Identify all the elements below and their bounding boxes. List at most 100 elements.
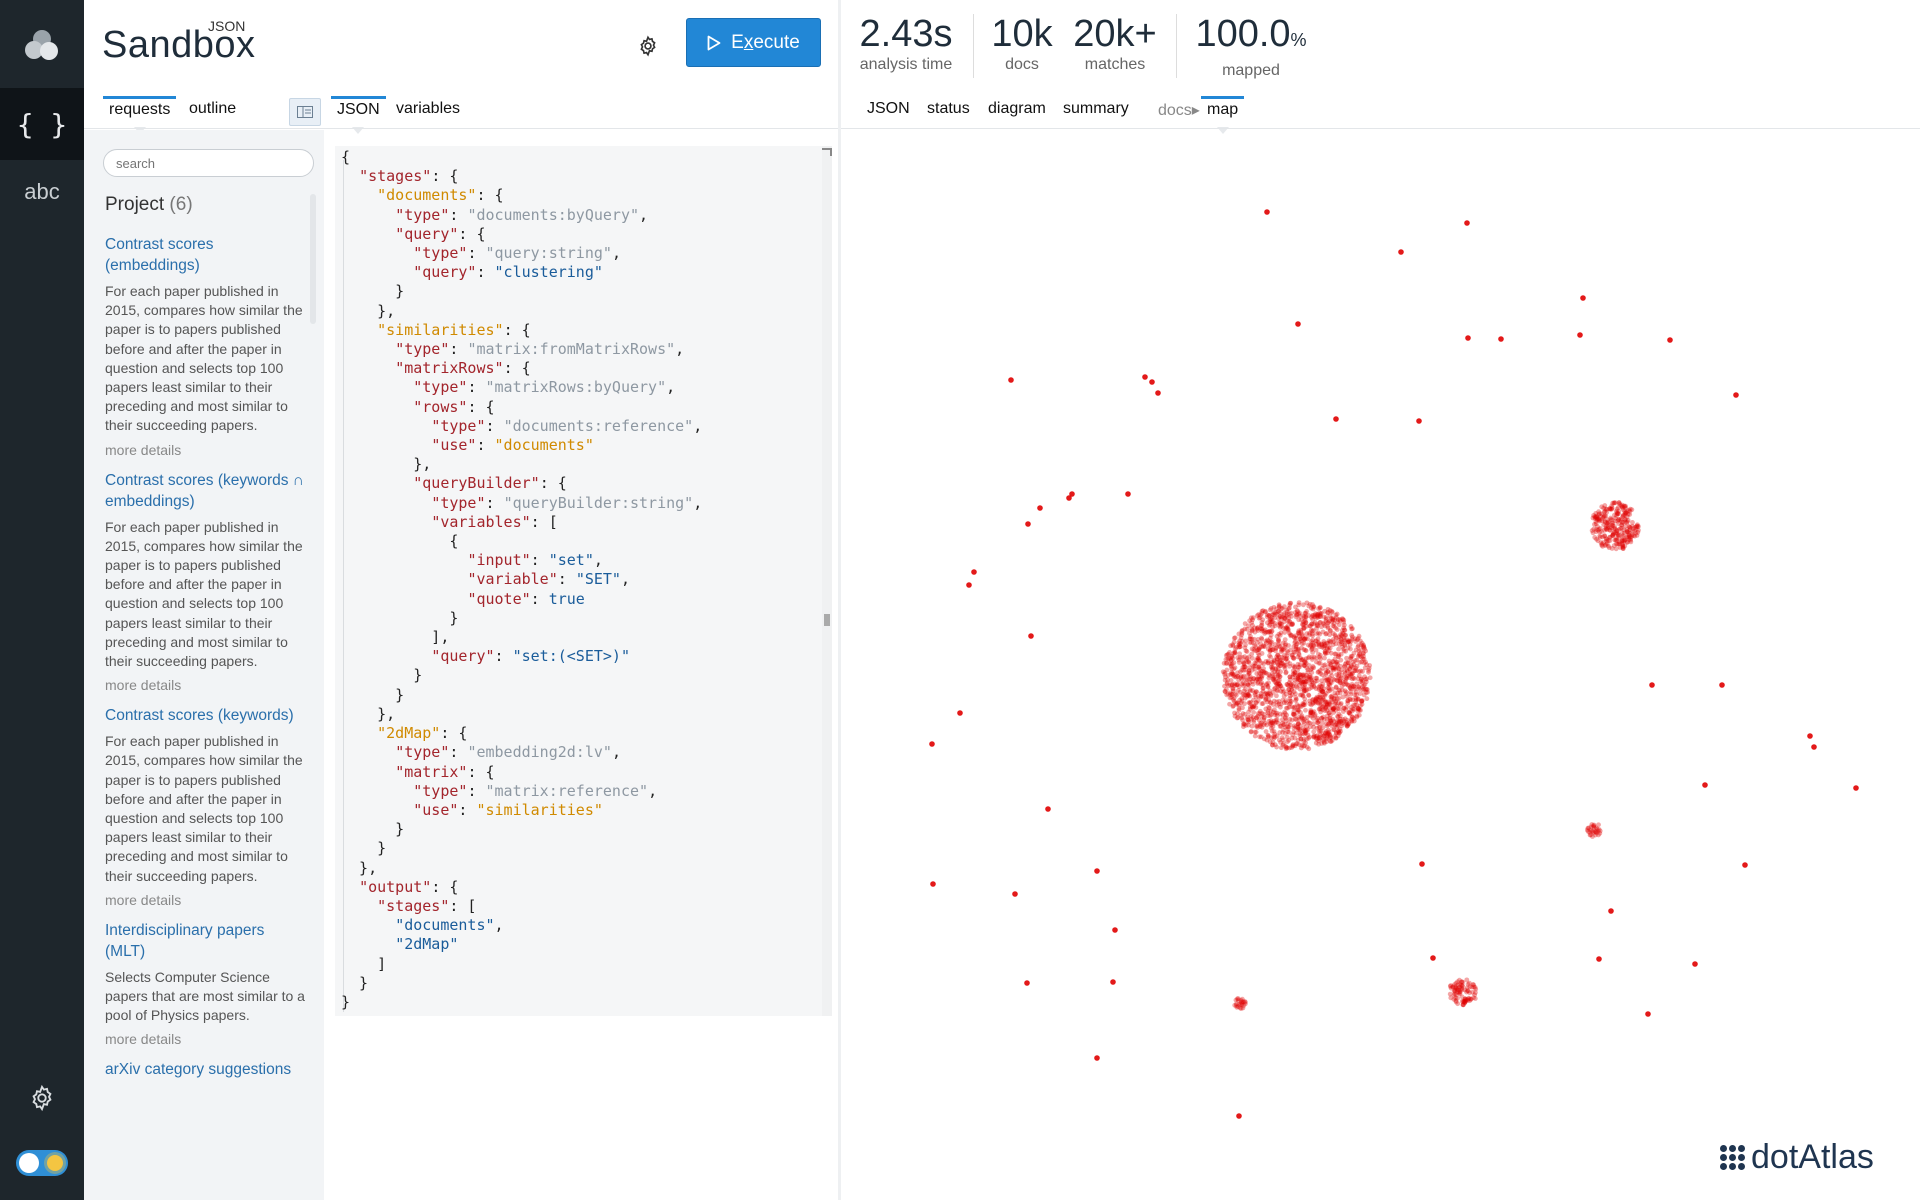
tab-outline[interactable]: outline (183, 96, 242, 126)
map-dot[interactable] (1416, 418, 1422, 424)
map-dot (1344, 655, 1349, 661)
tab-status[interactable]: status (921, 96, 976, 126)
map-dot[interactable] (1580, 295, 1586, 301)
map-dot[interactable] (929, 741, 935, 747)
map-dot[interactable] (1094, 1055, 1100, 1061)
tab-docs[interactable]: docs▸ (1152, 96, 1206, 128)
json-code[interactable]: { "stages": { "documents": { "type": "do… (341, 148, 702, 1012)
toggle-panel-button[interactable] (289, 98, 321, 126)
scroll-thumb[interactable] (824, 614, 830, 626)
tab-variables[interactable]: variables (390, 96, 466, 126)
tab-json[interactable]: JSON (331, 96, 386, 134)
map-dot[interactable] (1295, 321, 1301, 327)
request-item[interactable]: Contrast scores (embeddings) For each pa… (105, 234, 305, 458)
more-details-link[interactable]: more details (105, 677, 305, 693)
map-dot (1596, 822, 1601, 828)
map-dot[interactable] (1719, 682, 1725, 688)
map-dot (1236, 684, 1242, 690)
map-cluster[interactable] (1232, 996, 1248, 1011)
map-dot[interactable] (930, 881, 936, 887)
request-title[interactable]: Interdisciplinary papers (MLT) (105, 920, 305, 962)
map-dot[interactable] (1012, 891, 1018, 897)
map-dot[interactable] (1236, 1113, 1242, 1119)
text-nav-button[interactable]: abc (0, 156, 84, 228)
map-dot[interactable] (1811, 744, 1817, 750)
tab-result-json[interactable]: JSON (861, 96, 916, 126)
request-item[interactable]: arXiv category suggestions (105, 1059, 305, 1080)
map-dot[interactable] (1398, 249, 1404, 255)
tab-map[interactable]: map (1201, 96, 1245, 134)
request-title[interactable]: Contrast scores (embeddings) (105, 234, 305, 276)
map-dot[interactable] (1024, 980, 1030, 986)
map-dot[interactable] (1853, 785, 1859, 791)
map-dot[interactable] (1742, 862, 1748, 868)
map-dot[interactable] (1419, 861, 1425, 867)
map-dot[interactable] (1142, 374, 1148, 380)
map-dot[interactable] (1094, 868, 1100, 874)
map-dot[interactable] (1110, 979, 1116, 985)
map-dot[interactable] (1465, 335, 1471, 341)
request-title[interactable]: Contrast scores (keywords) (105, 705, 305, 726)
sidebar-scrollbar[interactable] (310, 194, 316, 324)
map-dot[interactable] (1149, 379, 1155, 385)
map-dot[interactable] (966, 582, 972, 588)
map-dot[interactable] (1028, 633, 1034, 639)
request-item[interactable]: Interdisciplinary papers (MLT) Selects C… (105, 920, 305, 1048)
map-dot[interactable] (1155, 390, 1161, 396)
request-title[interactable]: arXiv category suggestions (105, 1059, 305, 1080)
map-dot (1595, 527, 1601, 533)
editor-scrollbar[interactable] (822, 146, 832, 1016)
map-dot[interactable] (1702, 782, 1708, 788)
more-details-link[interactable]: more details (105, 442, 305, 458)
map-dot[interactable] (1112, 927, 1118, 933)
map-dot[interactable] (1608, 908, 1614, 914)
map-cluster-large[interactable] (1220, 600, 1373, 752)
map-dot[interactable] (1430, 955, 1436, 961)
map-dot[interactable] (1008, 377, 1014, 383)
map-dot[interactable] (971, 569, 977, 575)
request-settings-button[interactable] (630, 28, 666, 64)
map-dot[interactable] (1069, 491, 1075, 497)
request-title[interactable]: Contrast scores (keywords ∩ embeddings) (105, 470, 305, 512)
map-canvas[interactable] (841, 130, 1920, 1200)
map-dot[interactable] (1577, 332, 1583, 338)
map-dot[interactable] (1264, 209, 1270, 215)
map-dot[interactable] (957, 710, 963, 716)
map-dot[interactable] (1649, 682, 1655, 688)
map-dot[interactable] (1464, 220, 1470, 226)
map-dot[interactable] (1037, 505, 1043, 511)
map-dot[interactable] (1807, 733, 1813, 739)
request-item[interactable]: Contrast scores (keywords ∩ embeddings) … (105, 470, 305, 694)
tab-diagram[interactable]: diagram (982, 96, 1052, 126)
map-dot[interactable] (1645, 1011, 1651, 1017)
map-dot[interactable] (1667, 337, 1673, 343)
map-dot[interactable] (1692, 961, 1698, 967)
map-dot[interactable] (1498, 336, 1504, 342)
execute-button[interactable]: Execute (686, 18, 821, 67)
app-logo-icon[interactable] (0, 10, 84, 82)
more-details-link[interactable]: more details (105, 892, 305, 908)
map-cluster[interactable] (1589, 500, 1641, 552)
document-map[interactable] (841, 130, 1920, 1200)
map-dot[interactable] (1125, 491, 1131, 497)
theme-toggle[interactable] (16, 1150, 68, 1176)
json-editor[interactable]: { "stages": { "documents": { "type": "do… (335, 146, 825, 1016)
map-dot (1275, 683, 1281, 689)
map-dot[interactable] (1596, 956, 1602, 962)
map-dot[interactable] (1045, 806, 1051, 812)
search-input[interactable] (103, 149, 314, 177)
request-item[interactable]: Contrast scores (keywords) For each pape… (105, 705, 305, 908)
map-dot[interactable] (1733, 392, 1739, 398)
map-dot (1272, 712, 1278, 718)
map-dot[interactable] (1333, 416, 1339, 422)
rail-settings-button[interactable] (0, 1062, 84, 1134)
json-sandbox-nav-button[interactable]: { } (0, 88, 84, 160)
map-cluster[interactable] (1447, 977, 1479, 1008)
tab-summary[interactable]: summary (1057, 96, 1135, 126)
more-details-link[interactable]: more details (105, 1031, 305, 1047)
map-dot[interactable] (1025, 521, 1031, 527)
map-cluster[interactable] (1584, 822, 1603, 839)
map-dot (1285, 659, 1291, 665)
code-line: "type": "embedding2d:lv", (395, 743, 621, 762)
tab-requests[interactable]: requests (103, 96, 177, 134)
